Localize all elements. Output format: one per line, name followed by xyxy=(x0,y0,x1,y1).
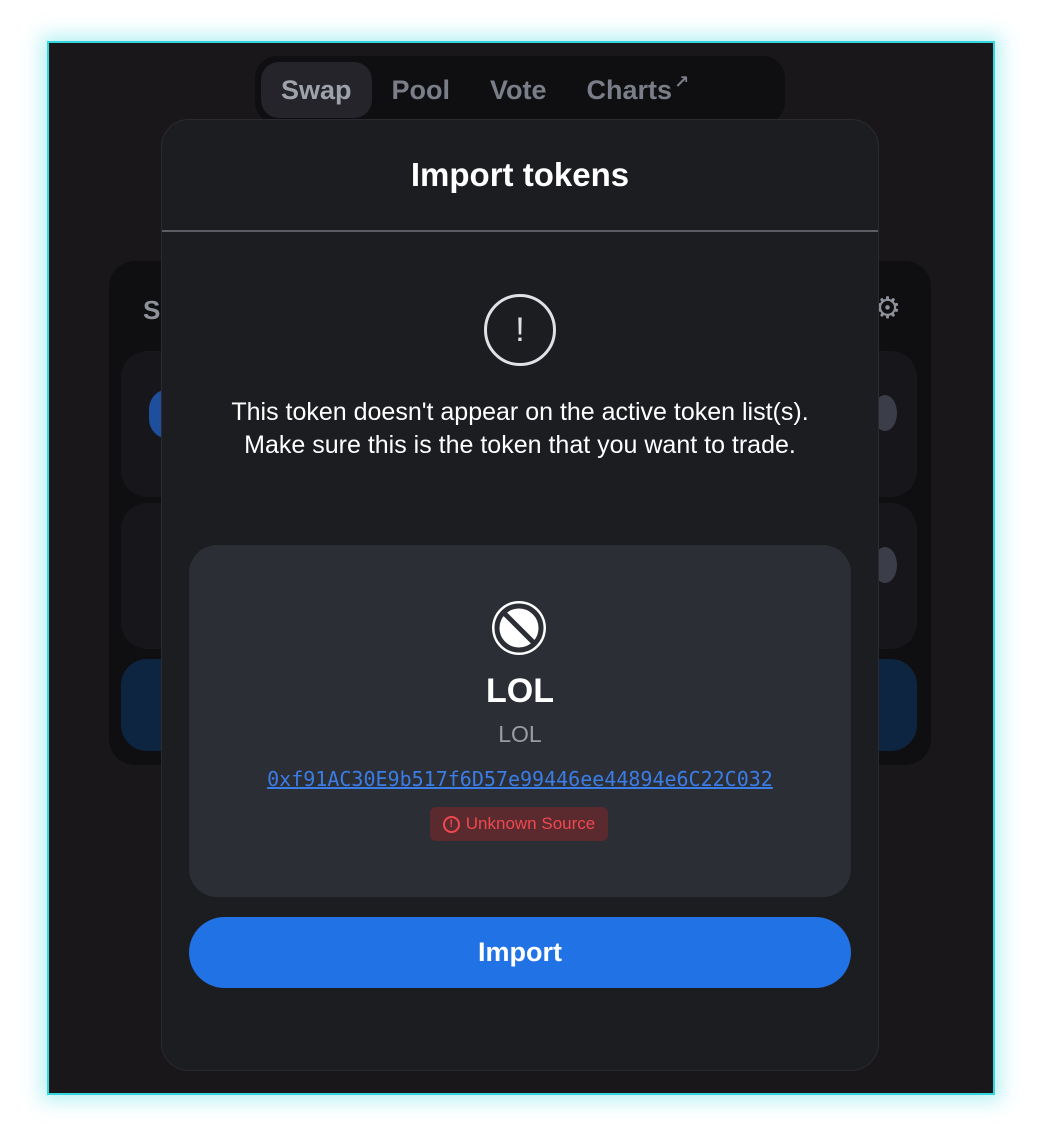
badge-label: Unknown Source xyxy=(465,814,596,833)
nav-tab-pool-label: Pool xyxy=(391,74,451,105)
app-frame: Swap Pool Vote Charts ↗ S ⚙ Import token… xyxy=(47,41,995,1095)
swap-card-title: S xyxy=(143,295,161,325)
nav-tab-vote[interactable]: Vote xyxy=(470,62,567,118)
token-symbol: LOL xyxy=(486,672,554,710)
warning-icon: ! xyxy=(484,294,556,366)
warning-text: This token doesn't appear on the active … xyxy=(231,398,809,459)
nav-tab-charts[interactable]: Charts ↗ xyxy=(567,62,710,118)
alert-circle-icon: ! xyxy=(442,815,460,833)
nav-tab-vote-label: Vote xyxy=(490,74,547,105)
unknown-token-icon xyxy=(492,601,546,655)
unknown-source-badge: ! Unknown Source xyxy=(430,807,608,841)
top-nav: Swap Pool Vote Charts ↗ xyxy=(255,56,785,124)
import-button[interactable]: Import xyxy=(189,917,851,988)
nav-tab-charts-label: Charts xyxy=(586,74,673,105)
token-name: LOL xyxy=(498,721,542,747)
modal-divider xyxy=(162,230,878,232)
import-token-modal: Import tokens ! This token doesn't appea… xyxy=(161,119,879,1071)
modal-title: Import tokens xyxy=(410,156,630,193)
token-address-link[interactable]: 0xf91AC30E9b517f6D57e99446ee44894e6C22C0… xyxy=(189,767,851,791)
nav-tab-pool[interactable]: Pool xyxy=(372,62,471,118)
nav-tab-swap[interactable]: Swap xyxy=(261,62,372,118)
token-info-card: LOL LOL 0xf91AC30E9b517f6D57e99446ee4489… xyxy=(189,545,851,897)
external-link-icon: ↗ xyxy=(674,71,690,92)
nav-tab-swap-label: Swap xyxy=(281,74,352,105)
